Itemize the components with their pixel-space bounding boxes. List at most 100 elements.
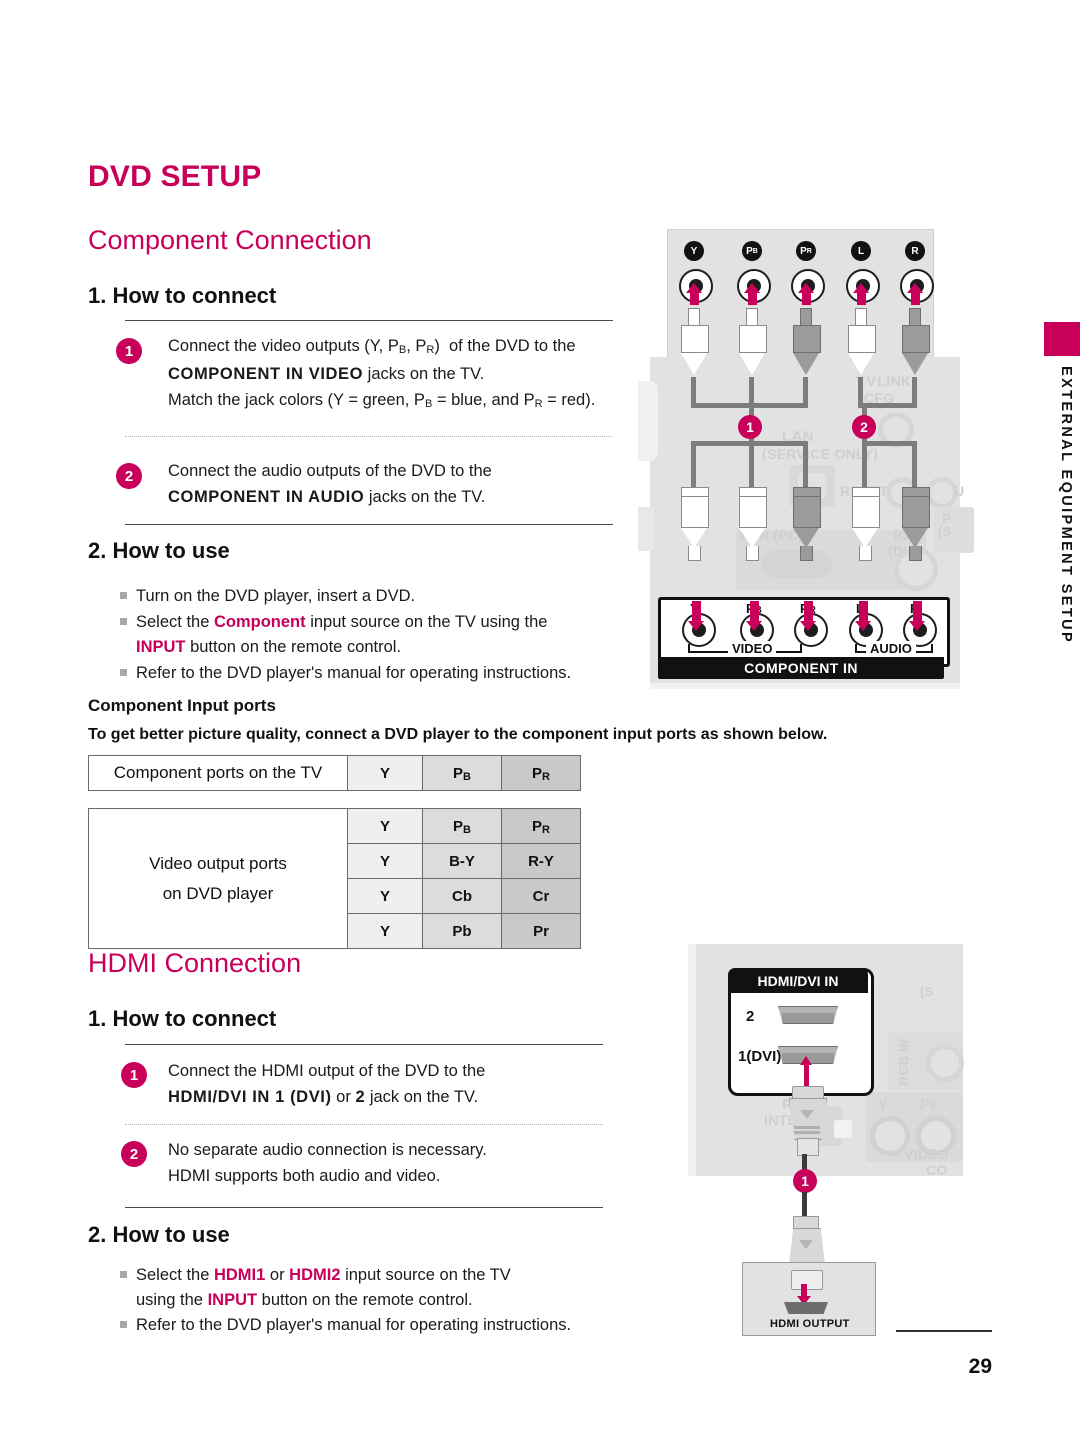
bg-rjp-jack-inner [834, 1120, 852, 1138]
cb2-hi1: Component [213, 613, 306, 631]
component-bullet-1-text: Turn on the DVD player, insert a DVD. [136, 587, 416, 605]
label-audio: AUDIO [866, 641, 916, 656]
hdmi-step-badge-1: 1 [121, 1062, 147, 1088]
component-step1-line3: Match the jack colors (Y = green, PB = b… [168, 391, 596, 410]
hdmi-arrow-head [800, 1056, 812, 1065]
plug-upper-pr [793, 308, 821, 375]
arrow-head-dn-pb [746, 621, 762, 631]
heading-component-how-to-connect: 1. How to connect [88, 283, 277, 308]
bullet-square-icon [120, 1320, 127, 1328]
component-step1-line1: Connect the video outputs (Y, PB, PR) of… [168, 337, 576, 356]
arrow-head-y [686, 283, 702, 293]
cb2a: Select the [136, 613, 214, 631]
cb2b: input source on the TV using the [305, 613, 548, 631]
component-step1-text: Connect the video outputs (Y, PB, PR) of… [168, 333, 618, 415]
dvd-cell: Y [347, 913, 423, 949]
plug-upper-l [848, 308, 876, 375]
hb1a: Select the [136, 1266, 214, 1284]
dvd-jack-label-r: R [905, 241, 925, 261]
component-step1-bold: COMPONENT IN VIDEO [168, 365, 364, 383]
wire-pr-b [803, 441, 808, 489]
dvd-cell: Y [347, 878, 423, 914]
chapter-side-label: EXTERNAL EQUIPMENT SETUP [1058, 366, 1074, 645]
hdmi-step1-bold-b: 2 [355, 1088, 366, 1106]
plug-lower-l [852, 487, 880, 561]
dvd-jack-label-pb: PB [742, 241, 762, 261]
step-badge-1: 1 [116, 338, 142, 364]
component-bullet-2: Select the Component input source on the… [120, 610, 620, 660]
dvd-cell: R-Y [501, 843, 581, 879]
hdmi-step-badge-2: 2 [121, 1141, 147, 1167]
dvd-cell: Cb [422, 878, 502, 914]
arrow-dn-l [859, 601, 868, 623]
hdmi-step1-bold-a: HDMI/DVI IN 1 (DVI) [168, 1088, 332, 1106]
hdmi-step1-line1: Connect the HDMI output of the DVD to th… [168, 1062, 486, 1080]
plug-lower-y [681, 487, 709, 561]
plug-upper-y [681, 308, 709, 375]
wire-group2-bus2 [862, 441, 917, 446]
hdmi-panel-left-edge [688, 944, 696, 1176]
plug-upper-r [902, 308, 930, 375]
wire-y-b [691, 441, 696, 489]
bg-label-y: Y [878, 1096, 888, 1112]
divider [125, 320, 613, 321]
component-input-ports-heading: Component Input ports [88, 696, 276, 715]
table-dvd-ports: Video output ports on DVD player Y PB PR… [88, 808, 581, 949]
bullet-square-icon [120, 591, 127, 599]
table-row: Video output ports on DVD player Y PB PR [88, 808, 581, 949]
hdmi-cable-wire-bottom [802, 1192, 807, 1218]
hdmi-step1-text: Connect the HDMI output of the DVD to th… [168, 1058, 618, 1110]
tv-port-pb: PB [422, 755, 502, 791]
tv-port-y: Y [347, 755, 423, 791]
plug-lower-pb [739, 487, 767, 561]
arrow-head-dn-pr [800, 621, 816, 631]
component-step2-line1: Connect the audio outputs of the DVD to … [168, 462, 492, 480]
arrow-head-dn-r [909, 621, 925, 631]
component-in-title: COMPONENT IN [658, 657, 944, 679]
hdmi-step2-text: No separate audio connection is necessar… [168, 1137, 618, 1189]
arrow-head-dn-y [688, 621, 704, 631]
arrow-head-r [907, 283, 923, 293]
dvd-cell: Pb [422, 913, 502, 949]
component-step2-bold: COMPONENT IN AUDIO [168, 488, 365, 506]
hb1-hi2: HDMI2 [289, 1266, 341, 1284]
bg-left-bleed-1 [638, 381, 658, 461]
hdmi-plug-rib [794, 1126, 820, 1129]
hdmi-port-2 [778, 1006, 838, 1024]
bg-label-s: (S [938, 524, 952, 539]
hb1-hi3: INPUT [207, 1291, 258, 1309]
bg-label-s: (S [920, 984, 934, 999]
hdmi-plug-bottom-collar-front [791, 1270, 823, 1290]
dvd-cell: Pr [501, 913, 581, 949]
table-row: Component ports on the TV Y PB PR [88, 755, 581, 791]
arrow-dn-r [913, 601, 922, 623]
hdmi-bullet-1: Select the HDMI1 or HDMI2 input source o… [120, 1263, 620, 1313]
dvd-jack-label-y: Y [684, 241, 704, 261]
heading-component-how-to-use: 2. How to use [88, 538, 230, 563]
wire-pb-b [749, 441, 754, 489]
step-badge-2: 2 [116, 463, 142, 489]
section-title-component: Component Connection [88, 225, 372, 255]
hdmi-plug-bottom-triangle-icon [799, 1240, 813, 1249]
bg-label-rgb-in: RGB IN [896, 1038, 911, 1086]
hdmi-plug-triangle-icon [800, 1110, 814, 1119]
tv-port-pr: PR [501, 755, 581, 791]
hdmi-step1-or: or [336, 1088, 351, 1106]
callout-2: 2 [852, 415, 876, 439]
dvd-ports-label: Video output ports on DVD player [88, 808, 348, 949]
dvd-cell: B-Y [422, 843, 502, 879]
hdmi-dvi-in-title: HDMI/DVI IN [728, 968, 868, 993]
dvd-cell: Y [347, 843, 423, 879]
arrow-dn-y [692, 601, 701, 623]
hdmi-callout-1: 1 [793, 1169, 817, 1193]
table-tv-ports: Component ports on the TV Y PB PR [88, 755, 581, 791]
bg-label-co: CO [926, 1162, 948, 1178]
dvd-ports-label-l1: Video output ports [149, 853, 287, 873]
bg-left-bleed-2 [638, 507, 654, 551]
hdmi-step1-rest: jack on the TV. [369, 1088, 479, 1106]
hdmi-plug-strain-relief [797, 1138, 819, 1156]
cb2c: button on the remote control. [185, 638, 402, 656]
page-number: 29 [968, 1355, 992, 1378]
dvd-cell: PB [422, 808, 502, 844]
arrow-dn-pb [750, 601, 759, 623]
